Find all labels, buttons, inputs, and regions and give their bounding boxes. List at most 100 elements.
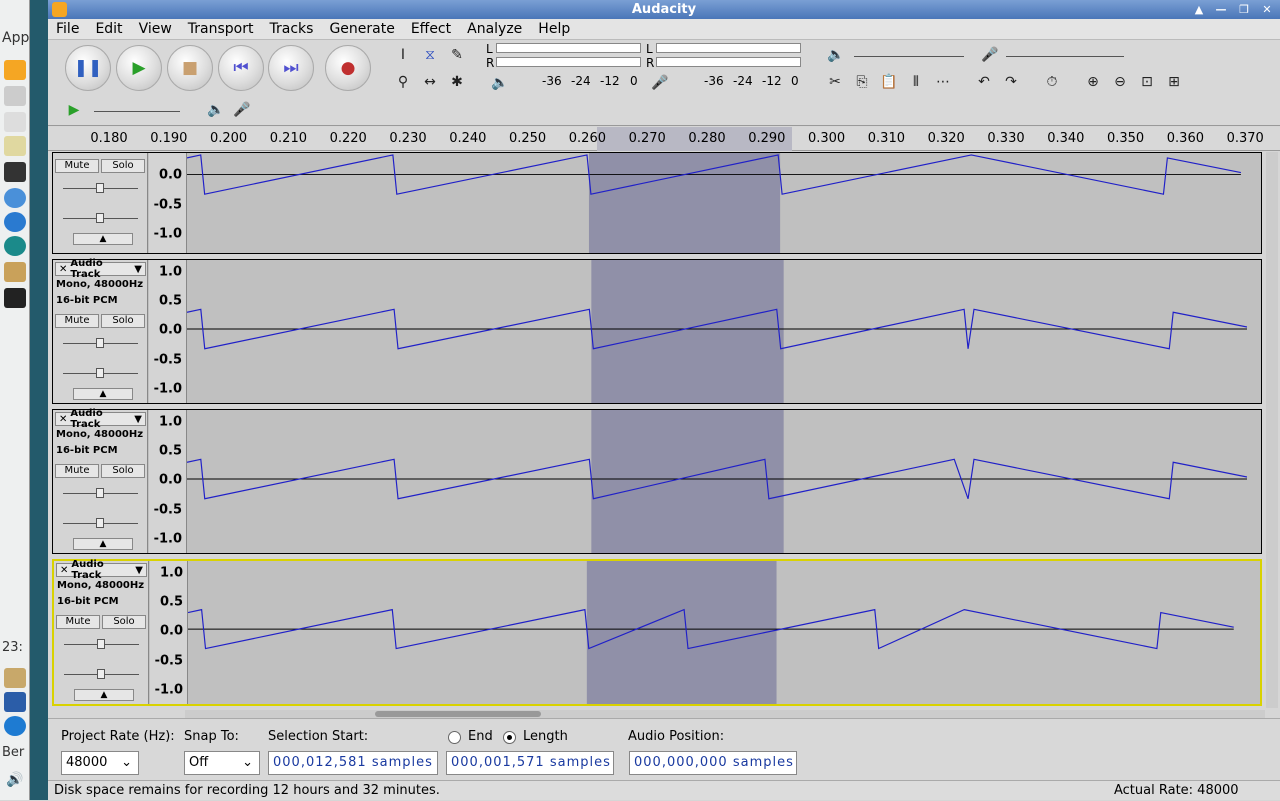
terminal-launcher-icon[interactable] bbox=[4, 288, 26, 308]
selection-start-field[interactable]: 000,012,581 samples bbox=[268, 751, 438, 775]
menu-transport[interactable]: Transport bbox=[180, 19, 262, 40]
vertical-scale[interactable]: 1.0 0.5 0.0 -0.5 -1.0 bbox=[149, 410, 187, 553]
copy-icon[interactable]: ⎘ bbox=[850, 70, 874, 94]
snap-to-select[interactable]: Off ⌄ bbox=[184, 751, 260, 775]
collapse-track-icon[interactable]: ▲ bbox=[74, 689, 134, 701]
menu-file[interactable]: File bbox=[48, 19, 87, 40]
rec-meter-bar[interactable] bbox=[656, 43, 801, 53]
network-icon[interactable] bbox=[4, 692, 26, 712]
menu-generate[interactable]: Generate bbox=[321, 19, 402, 40]
zoom-out-icon[interactable]: ⊖ bbox=[1108, 70, 1132, 94]
gain-slider-knob[interactable] bbox=[96, 488, 104, 498]
vertical-scale[interactable]: 1.0 0.5 0.0 -0.5 -1.0 bbox=[149, 260, 187, 403]
waveform[interactable] bbox=[188, 561, 1234, 704]
mute-button[interactable]: Mute bbox=[55, 464, 99, 478]
track-close-icon[interactable]: ✕ bbox=[60, 565, 68, 576]
track-header[interactable]: ✕ Audio Track ▼ bbox=[55, 408, 146, 430]
selection-tool-icon[interactable]: I bbox=[391, 43, 415, 67]
play-speed-slider[interactable] bbox=[94, 111, 180, 112]
audio-track[interactable]: ✕ Audio Track ▼ Mono, 48000Hz 16-bit PCM Mu… bbox=[52, 408, 1262, 554]
text-launcher-icon[interactable] bbox=[4, 112, 26, 132]
volume-icon[interactable]: 🔊 bbox=[6, 772, 23, 788]
rec-meter-bar-r[interactable] bbox=[656, 57, 801, 67]
length-field[interactable]: 000,001,571 samples bbox=[446, 751, 614, 775]
cut-icon[interactable]: ✂ bbox=[823, 70, 847, 94]
browser-launcher-icon[interactable] bbox=[4, 212, 26, 232]
chrome-launcher-icon[interactable] bbox=[4, 188, 26, 208]
collapse-track-icon[interactable]: ▲ bbox=[73, 233, 133, 245]
length-radio[interactable] bbox=[503, 731, 516, 744]
zoom-tool-icon[interactable]: ⚲ bbox=[391, 70, 415, 94]
gain-slider-knob[interactable] bbox=[96, 338, 104, 348]
keep-above-button[interactable]: ▲ bbox=[1190, 2, 1208, 17]
vertical-scale[interactable]: 1.0 0.5 0.0 -0.5 -1.0 bbox=[150, 561, 188, 704]
files-launcher-icon[interactable] bbox=[4, 86, 26, 106]
draw-tool-icon[interactable]: ✎ bbox=[445, 43, 469, 67]
fit-selection-icon[interactable]: ⊡ bbox=[1135, 70, 1159, 94]
timeshift-tool-icon[interactable]: ↔ bbox=[418, 70, 442, 94]
minimize-button[interactable]: — bbox=[1212, 2, 1230, 17]
play-meter-bar-r[interactable] bbox=[496, 57, 641, 67]
monitor-launcher-icon[interactable] bbox=[4, 162, 26, 182]
pan-slider-knob[interactable] bbox=[96, 518, 104, 528]
sync-lock-icon[interactable]: ⏱ bbox=[1040, 70, 1064, 94]
vertical-scale[interactable]: 0.0 -0.5 -1.0 bbox=[149, 153, 187, 253]
waveform[interactable] bbox=[187, 260, 1248, 403]
solo-button[interactable]: Solo bbox=[101, 464, 145, 478]
pan-slider-knob[interactable] bbox=[97, 669, 105, 679]
folder-launcher-icon[interactable] bbox=[4, 262, 26, 282]
undo-icon[interactable]: ↶ bbox=[972, 70, 996, 94]
waveform[interactable] bbox=[187, 153, 1241, 253]
audacity-launcher-icon[interactable] bbox=[4, 60, 26, 80]
menu-view[interactable]: View bbox=[131, 19, 180, 40]
solo-button[interactable]: Solo bbox=[102, 615, 146, 629]
solo-button[interactable]: Solo bbox=[101, 314, 145, 328]
update-icon[interactable] bbox=[4, 716, 26, 736]
menu-help[interactable]: Help bbox=[530, 19, 578, 40]
multi-tool-icon[interactable]: ✱ bbox=[445, 70, 469, 94]
mute-button[interactable]: Mute bbox=[56, 615, 100, 629]
fit-project-icon[interactable]: ⊞ bbox=[1162, 70, 1186, 94]
menu-edit[interactable]: Edit bbox=[87, 19, 130, 40]
timeline-ruler[interactable]: 0.180 0.190 0.200 0.210 0.220 0.230 0.240 0.250… bbox=[48, 127, 1280, 151]
close-button[interactable]: ✕ bbox=[1258, 2, 1276, 17]
output-volume-slider[interactable] bbox=[854, 56, 964, 57]
play-at-speed-icon[interactable]: ▶ bbox=[62, 98, 86, 122]
skip-to-end-button[interactable]: ⏭ bbox=[268, 45, 314, 91]
speaker-meter-icon[interactable]: 🔈 bbox=[488, 71, 512, 95]
track-menu-chevron-icon[interactable]: ▼ bbox=[134, 414, 142, 425]
skip-to-start-button[interactable]: ⏮ bbox=[218, 45, 264, 91]
audio-track[interactable]: Mute Solo ▲ 0.0 -0.5 -1.0 bbox=[52, 152, 1262, 254]
menu-tracks[interactable]: Tracks bbox=[262, 19, 322, 40]
horizontal-scrollbar[interactable] bbox=[185, 710, 1265, 718]
paste-icon[interactable]: 📋 bbox=[877, 70, 901, 94]
pause-button[interactable]: ❚❚ bbox=[65, 45, 111, 91]
track-menu-chevron-icon[interactable]: ▼ bbox=[134, 264, 142, 275]
audio-track[interactable]: ✕ Audio Track ▼ Mono, 48000Hz 16-bit PCM Mu… bbox=[52, 258, 1262, 404]
stop-button[interactable]: ■ bbox=[167, 45, 213, 91]
project-rate-select[interactable]: 48000 ⌄ bbox=[61, 751, 139, 775]
track-close-icon[interactable]: ✕ bbox=[59, 264, 67, 275]
collapse-track-icon[interactable]: ▲ bbox=[73, 388, 133, 400]
mute-button[interactable]: Mute bbox=[55, 159, 99, 173]
pan-slider-knob[interactable] bbox=[96, 213, 104, 223]
maximize-button[interactable]: ❐ bbox=[1235, 2, 1253, 17]
arduino-launcher-icon[interactable] bbox=[4, 236, 26, 256]
track-header[interactable]: ✕ Audio Track ▼ bbox=[56, 559, 147, 581]
editor-launcher-icon[interactable] bbox=[4, 136, 26, 156]
clipboard-icon[interactable] bbox=[4, 668, 26, 688]
device-speaker-icon[interactable]: 🔈 bbox=[204, 98, 228, 122]
play-button[interactable]: ▶ bbox=[116, 45, 162, 91]
vertical-scrollbar[interactable] bbox=[1266, 152, 1278, 708]
zoom-in-icon[interactable]: ⊕ bbox=[1081, 70, 1105, 94]
input-volume-slider[interactable] bbox=[1006, 56, 1124, 57]
gain-slider-knob[interactable] bbox=[96, 183, 104, 193]
track-close-icon[interactable]: ✕ bbox=[59, 414, 67, 425]
track-header[interactable]: ✕ Audio Track ▼ bbox=[55, 258, 146, 280]
gain-slider-knob[interactable] bbox=[97, 639, 105, 649]
audio-position-field[interactable]: 000,000,000 samples bbox=[629, 751, 797, 775]
audio-track[interactable]: ✕ Audio Track ▼ Mono, 48000Hz 16-bit PCM Mu… bbox=[52, 559, 1262, 706]
play-meter-bar[interactable] bbox=[496, 43, 641, 53]
device-mic-icon[interactable]: 🎤 bbox=[230, 98, 254, 122]
trim-icon[interactable]: ⦀ bbox=[904, 70, 928, 94]
